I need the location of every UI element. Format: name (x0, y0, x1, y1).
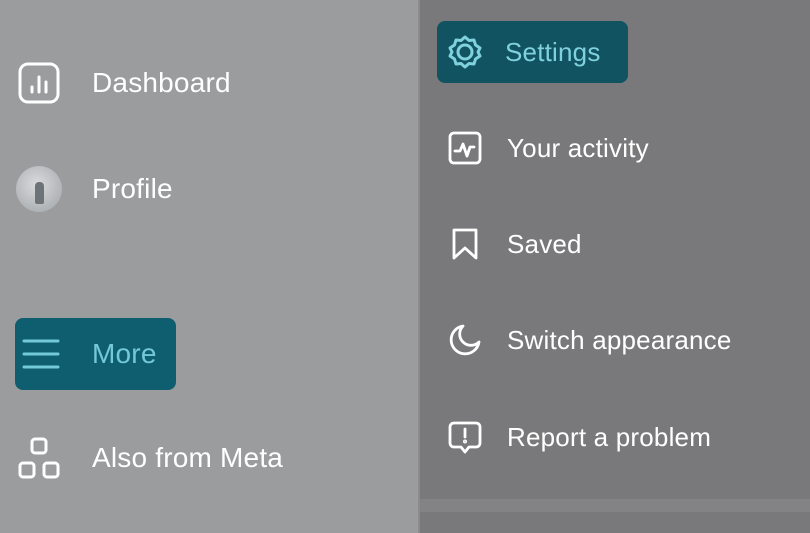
bar-chart-icon (17, 61, 61, 105)
menu-item-switch-appearance[interactable]: Switch appearance (447, 312, 732, 368)
nav-item-profile[interactable]: Profile (16, 161, 173, 217)
nav-label-more: More (92, 338, 157, 369)
menu-label-saved: Saved (507, 228, 582, 259)
moon-icon (447, 322, 483, 358)
nav-item-also-from-meta[interactable]: Also from Meta (17, 430, 283, 486)
avatar (16, 166, 62, 212)
menu-item-your-activity[interactable]: Your activity (447, 120, 649, 176)
nav-item-more[interactable]: More (15, 318, 176, 390)
bookmark-icon (447, 226, 483, 262)
apps-grid-icon (17, 436, 61, 480)
menu-item-report-problem[interactable]: Report a problem (447, 409, 711, 465)
settings-gear-icon (447, 34, 483, 70)
activity-icon (447, 130, 483, 166)
menu-item-settings[interactable]: Settings (437, 21, 628, 83)
menu-label-report-problem: Report a problem (507, 421, 712, 452)
nav-label-also-from-meta: Also from Meta (92, 442, 284, 473)
menu-item-saved[interactable]: Saved (447, 216, 582, 272)
report-problem-icon (447, 419, 483, 455)
nav-item-dashboard[interactable]: Dashboard (17, 55, 231, 111)
menu-label-your-activity: Your activity (507, 132, 649, 163)
nav-label-dashboard: Dashboard (92, 67, 231, 98)
sidebar-nav: Dashboard Profile More Also from Meta (0, 0, 419, 533)
nav-label-profile: Profile (92, 173, 173, 204)
avatar-figure (35, 182, 44, 204)
menu-separator (420, 499, 810, 512)
hamburger-menu-icon (21, 334, 61, 374)
more-menu-panel: Settings Your activity Saved Switch appe… (420, 0, 810, 533)
menu-footer (420, 512, 810, 533)
menu-label-settings: Settings (505, 36, 601, 67)
menu-label-switch-appearance: Switch appearance (507, 324, 732, 355)
